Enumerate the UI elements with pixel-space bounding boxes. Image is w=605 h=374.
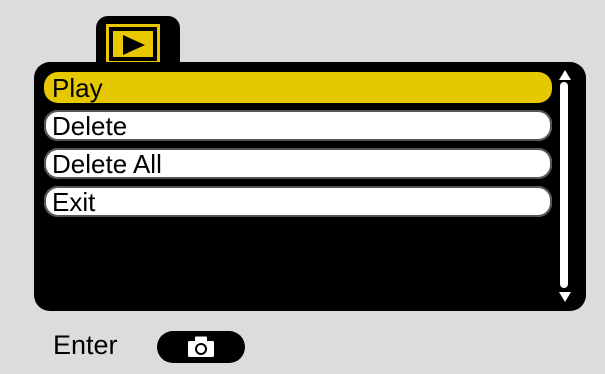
enter-label: Enter xyxy=(53,330,118,360)
play-icon-box xyxy=(106,24,160,64)
menu-screen: Play Delete Delete All Exit xyxy=(34,62,586,311)
menu-item-delete-all[interactable]: Delete All xyxy=(44,148,552,179)
scroll-track[interactable] xyxy=(560,82,568,288)
menu-item-exit[interactable]: Exit xyxy=(44,186,552,217)
menu-item-play[interactable]: Play xyxy=(44,72,552,103)
camera-button[interactable] xyxy=(157,331,245,363)
camera-icon xyxy=(187,336,215,358)
scroll-up-arrow-icon[interactable] xyxy=(559,70,571,80)
menu-scrollbar[interactable] xyxy=(558,70,572,302)
scroll-down-arrow-icon[interactable] xyxy=(559,292,571,302)
menu-item-label: Exit xyxy=(52,186,96,217)
menu-item-delete[interactable]: Delete xyxy=(44,110,552,141)
menu-item-label: Play xyxy=(52,72,103,103)
menu-item-label: Delete xyxy=(52,110,128,141)
playback-menu: Play Delete Delete All Exit xyxy=(44,72,552,224)
menu-item-label: Delete All xyxy=(52,148,162,179)
play-icon xyxy=(123,35,145,55)
playback-mode-tab xyxy=(96,16,180,68)
